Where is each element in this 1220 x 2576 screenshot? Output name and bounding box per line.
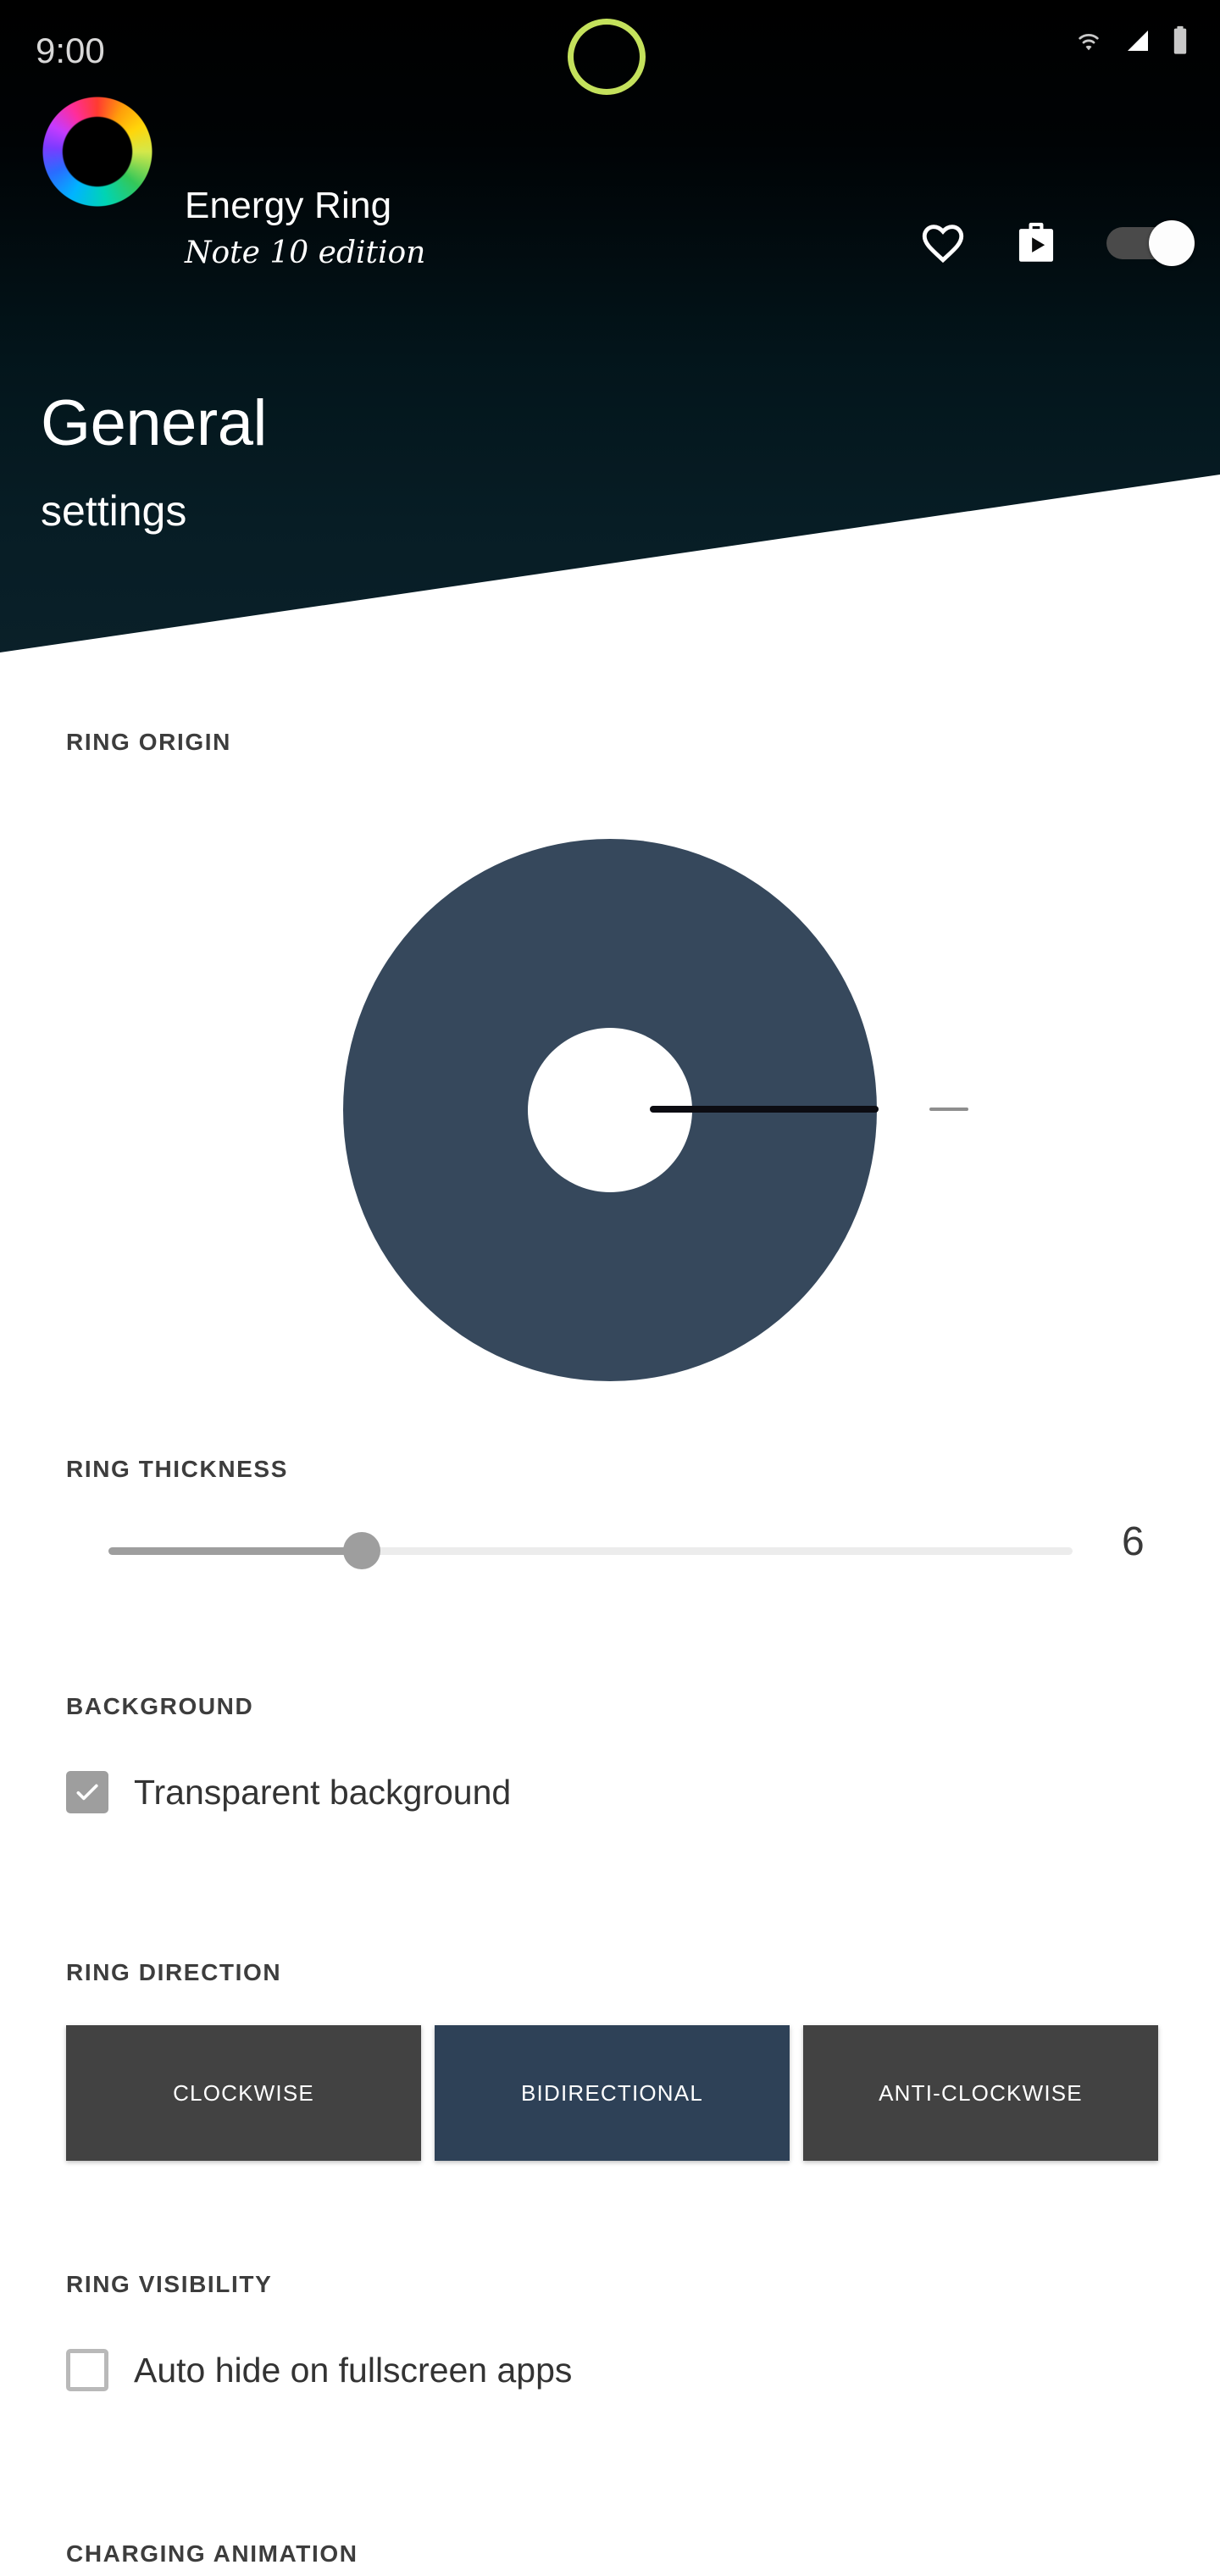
section-label-ring-origin: RING ORIGIN [66,729,231,755]
auto-hide-label: Auto hide on fullscreen apps [134,2350,573,2390]
ring-direction-button-group: CLOCKWISE BIDIRECTIONAL ANTI-CLOCKWISE [66,2025,1158,2161]
status-bar: 9:00 [0,0,1220,95]
section-label-background: BACKGROUND [66,1693,254,1719]
ring-origin-handle[interactable] [650,1106,879,1113]
auto-hide-row[interactable]: Auto hide on fullscreen apps [66,2349,572,2391]
energy-ring-overlay-icon [568,19,646,95]
battery-icon [1169,25,1191,60]
status-icons [1071,25,1191,60]
section-label-charging-animation: CHARGING ANIMATION [66,2540,358,2567]
page-subtitle: settings [41,487,187,535]
toggle-knob [1149,220,1195,266]
app-title: Energy Ring [185,185,392,226]
slider-thumb[interactable] [343,1532,380,1569]
transparent-background-row[interactable]: Transparent background [66,1771,511,1813]
play-store-icon[interactable] [1006,214,1066,273]
app-screen: 9:00 Energy Ring Note 10 edition General… [0,0,1220,2576]
app-bar: Energy Ring Note 10 edition [0,85,1220,270]
wifi-icon [1071,27,1106,58]
ring-origin-tick-marker [929,1108,968,1111]
ring-direction-option-clockwise[interactable]: CLOCKWISE [66,2025,421,2161]
auto-hide-checkbox[interactable] [66,2349,108,2391]
app-subtitle: Note 10 edition [185,236,426,270]
ring-origin-picker[interactable] [343,839,968,1381]
transparent-background-checkbox[interactable] [66,1771,108,1813]
rainbow-ring-logo-icon [41,95,154,208]
ring-direction-option-anti-clockwise[interactable]: ANTI-CLOCKWISE [803,2025,1158,2161]
section-label-ring-thickness: RING THICKNESS [66,1456,288,1482]
page-title: General [41,387,267,459]
ring-thickness-slider-row[interactable]: 6 [0,1519,1220,1576]
signal-icon [1122,27,1154,58]
slider-track-fill [108,1547,367,1555]
section-label-ring-visibility: RING VISIBILITY [66,2271,273,2297]
favorite-icon[interactable] [913,214,973,273]
transparent-background-label: Transparent background [134,1772,512,1812]
section-label-ring-direction: RING DIRECTION [66,1959,282,1985]
ring-direction-option-bidirectional[interactable]: BIDIRECTIONAL [435,2025,790,2161]
ring-thickness-value: 6 [1122,1519,1145,1564]
app-bar-actions [913,214,1195,273]
master-toggle-switch[interactable] [1106,220,1195,266]
status-clock: 9:00 [36,31,105,70]
check-icon [76,1784,98,1801]
